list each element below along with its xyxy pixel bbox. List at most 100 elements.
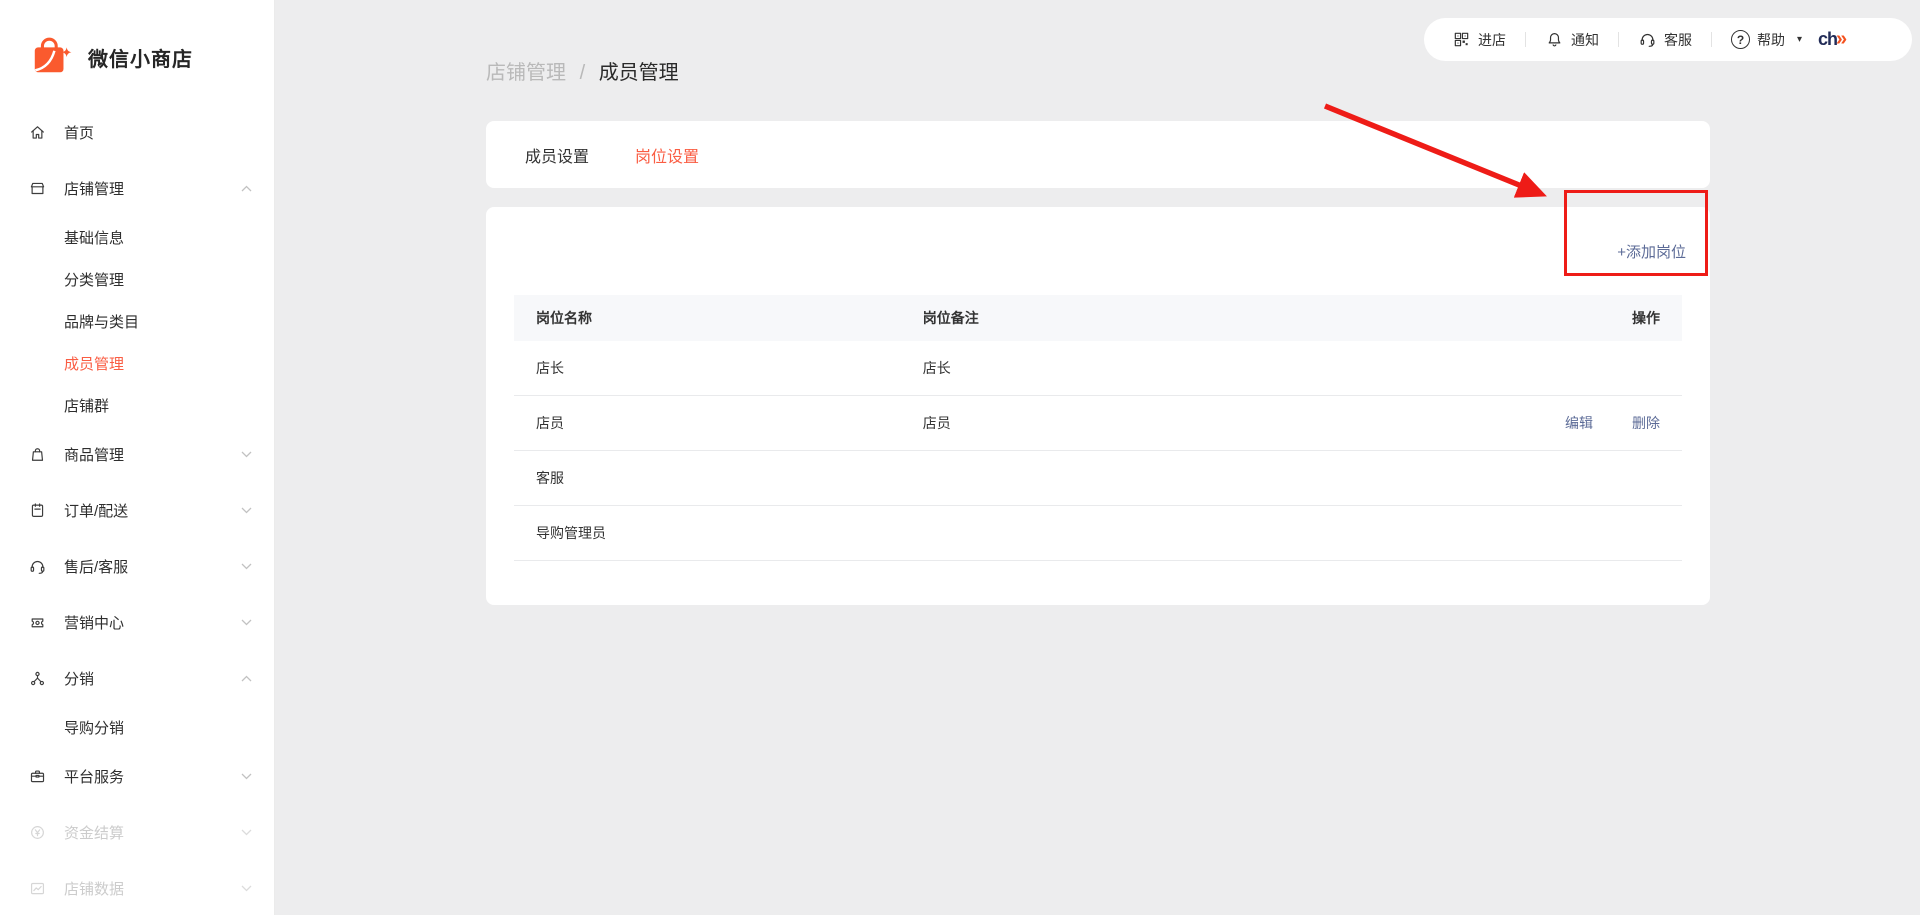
sidebar-item-brand-category[interactable]: 品牌与类目 (0, 300, 274, 342)
sidebar-item-funds-settlement[interactable]: 资金结算 (0, 804, 274, 860)
table-row: 导购管理员 (514, 506, 1682, 561)
column-header-actions: 操作 (1632, 310, 1660, 326)
topbar-customer-service[interactable]: 客服 (1638, 30, 1692, 50)
plugin-logo-arrow: » (1836, 28, 1847, 50)
topbar-item-label: 客服 (1664, 31, 1692, 48)
chevron-down-icon (241, 885, 252, 891)
table-row: 店长 店长 (514, 341, 1682, 396)
chevron-down-icon (241, 829, 252, 835)
chart-icon (28, 879, 47, 898)
headset-icon (1638, 30, 1657, 49)
sidebar-item-aftersale-service[interactable]: 售后/客服 (0, 538, 274, 594)
breadcrumb-separator: / (579, 62, 586, 84)
cell-position-name: 店长 (536, 360, 564, 376)
brand-name: 微信小商店 (88, 48, 193, 71)
topbar-items: 进店 通知 客服 ? 帮助 ▾ (1452, 30, 1802, 50)
sidebar-item-marketing-center[interactable]: 营销中心 (0, 594, 274, 650)
sidebar-subitem-label: 店铺群 (64, 397, 110, 415)
column-header-position-name: 岗位名称 (536, 310, 592, 326)
tab-position-settings[interactable]: 岗位设置 (635, 143, 699, 167)
sidebar-item-shop-manage[interactable]: 店铺管理 (0, 160, 274, 216)
yen-circle-icon (28, 823, 47, 842)
storefront-icon (28, 179, 47, 198)
brand: 微信小商店 (0, 0, 274, 104)
sidebar-item-platform-service[interactable]: 平台服务 (0, 748, 274, 804)
sidebar-item-order-delivery[interactable]: 订单/配送 (0, 482, 274, 538)
sidebar-item-label: 店铺数据 (64, 880, 125, 898)
sidebar-item-label: 平台服务 (64, 768, 125, 786)
sidebar-subitem-label: 品牌与类目 (64, 313, 140, 331)
page-title: 成员管理 (598, 62, 679, 84)
row-action-edit[interactable]: 编辑 (1565, 413, 1593, 433)
sidebar-item-label: 商品管理 (64, 446, 125, 464)
sidebar-item-shop-data[interactable]: 店铺数据 (0, 860, 274, 915)
add-position-button[interactable]: +添加岗位 (1617, 241, 1686, 262)
positions-panel: +添加岗位 岗位名称 岗位备注 操作 店长 店长 店员 店员 编辑 删除 客服 导… (486, 207, 1710, 605)
plugin-logo-text: ch (1818, 29, 1838, 49)
sidebar-item-label: 订单/配送 (64, 502, 129, 520)
chevron-down-icon (241, 563, 252, 569)
briefcase-icon (28, 767, 47, 786)
sidebar-item-label: 分销 (64, 670, 95, 688)
sidebar-item-goods-manage[interactable]: 商品管理 (0, 426, 274, 482)
chevron-down-icon (241, 773, 252, 779)
table-header: 岗位名称 岗位备注 操作 (514, 295, 1682, 341)
bell-icon (1545, 30, 1564, 49)
table-row: 店员 店员 编辑 删除 (514, 396, 1682, 451)
topbar-notifications[interactable]: 通知 (1545, 30, 1599, 50)
chevron-up-icon (241, 675, 252, 681)
topbar-item-label: 通知 (1571, 31, 1599, 48)
question-icon: ? (1731, 30, 1750, 49)
sidebar-item-label: 营销中心 (64, 614, 125, 632)
cell-position-note: 店长 (922, 360, 951, 376)
cell-actions: 编辑 删除 (1492, 413, 1682, 433)
sidebar-item-label: 售后/客服 (64, 558, 129, 576)
cell-position-name: 导购管理员 (536, 525, 606, 541)
sidebar-item-distribution[interactable]: 分销 (0, 650, 274, 706)
divider (1711, 32, 1712, 47)
table-row: 客服 (514, 451, 1682, 506)
ticket-icon (28, 613, 47, 632)
sidebar-item-guide-distribution[interactable]: 导购分销 (0, 706, 274, 748)
sidebar: 微信小商店 首页 店铺管理 基础信息 分类管理 品牌与类目 成员管理 店铺群 商… (0, 0, 275, 915)
sidebar-menu: 首页 店铺管理 基础信息 分类管理 品牌与类目 成员管理 店铺群 商品管理 订单… (0, 104, 274, 915)
sidebar-subitem-label: 基础信息 (64, 229, 125, 247)
chevron-down-icon (241, 507, 252, 513)
headset-icon (28, 557, 47, 576)
cell-position-note: 店员 (922, 415, 951, 431)
topbar-item-label: 进店 (1478, 31, 1506, 48)
chevron-down-icon (241, 451, 252, 457)
positions-table: 岗位名称 岗位备注 操作 店长 店长 店员 店员 编辑 删除 客服 导购管理员 (514, 295, 1682, 561)
topbar-item-label: 帮助 (1757, 31, 1785, 48)
sidebar-item-label: 资金结算 (64, 824, 125, 842)
chevron-up-icon (241, 185, 252, 191)
divider (1525, 32, 1526, 47)
clipboard-icon (28, 501, 47, 520)
sidebar-subitem-label: 分类管理 (64, 271, 125, 289)
divider (1618, 32, 1619, 47)
sidebar-item-basic-info[interactable]: 基础信息 (0, 216, 274, 258)
caret-down-icon: ▾ (1797, 34, 1803, 45)
tab-bar: 成员设置 岗位设置 (486, 121, 1710, 188)
chevron-down-icon (241, 619, 252, 625)
topbar-help[interactable]: ? 帮助 ▾ (1731, 30, 1802, 50)
shop-bag-logo-icon (34, 37, 72, 73)
tab-member-settings[interactable]: 成员设置 (525, 143, 589, 167)
panel-header: +添加岗位 (486, 207, 1710, 295)
sidebar-item-shop-group[interactable]: 店铺群 (0, 384, 274, 426)
sidebar-subitem-label: 导购分销 (64, 719, 125, 737)
browser-plugin-logo-icon[interactable]: ch » (1818, 28, 1847, 51)
cell-position-name: 客服 (536, 470, 564, 486)
sidebar-item-home[interactable]: 首页 (0, 104, 274, 160)
sidebar-item-category-manage[interactable]: 分类管理 (0, 258, 274, 300)
topbar-enter-store[interactable]: 进店 (1452, 30, 1506, 50)
sidebar-item-label: 首页 (64, 124, 95, 142)
sidebar-item-member-manage[interactable]: 成员管理 (0, 342, 274, 384)
column-header-position-note: 岗位备注 (922, 310, 979, 326)
row-action-delete[interactable]: 删除 (1632, 413, 1660, 433)
sidebar-item-label: 店铺管理 (64, 180, 125, 198)
main-content: 店铺管理 / 成员管理 成员设置 岗位设置 +添加岗位 岗位名称 岗位备注 操作 … (486, 0, 1710, 605)
breadcrumb-parent[interactable]: 店铺管理 (486, 62, 566, 84)
cell-position-name: 店员 (536, 415, 564, 431)
bag-icon (28, 445, 47, 464)
